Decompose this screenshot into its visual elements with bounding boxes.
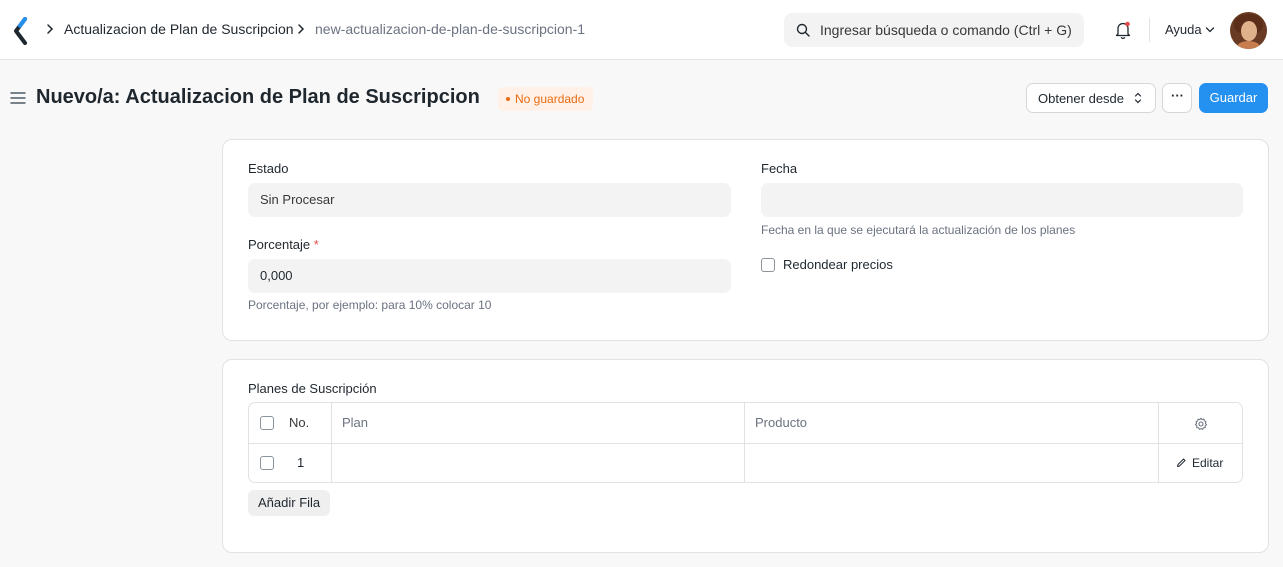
navbar-divider [1149,18,1150,42]
more-icon: ··· [1171,88,1184,103]
user-avatar[interactable] [1230,12,1267,49]
breadcrumb-doctype[interactable]: Actualizacion de Plan de Suscripcion [64,21,294,37]
select-all-checkbox[interactable] [260,416,274,430]
fecha-field[interactable] [761,183,1243,217]
search-icon [796,23,810,37]
col-header-producto: Producto [755,415,808,430]
fecha-label: Fecha [761,161,798,176]
sidebar-toggle-icon[interactable] [10,91,26,105]
notification-bell-icon[interactable] [1114,20,1132,40]
porcentaje-help: Porcentaje, por ejemplo: para 10% coloca… [248,298,492,312]
form-section-plans: Planes de Suscripción No. Plan Producto … [222,359,1269,553]
table-header-row: No. Plan Producto [249,403,1242,443]
redondear-label[interactable]: Redondear precios [783,257,893,272]
porcentaje-field[interactable]: 0,000 [248,259,731,293]
estado-label: Estado [248,161,289,176]
estado-field[interactable]: Sin Procesar [248,183,731,217]
navbar: Actualizacion de Plan de Suscripcion new… [0,0,1283,60]
app-logo-icon[interactable] [12,17,30,45]
row-no: 1 [297,455,305,470]
add-row-button[interactable]: Añadir Fila [248,490,331,516]
get-from-label: Obtener desde [1038,91,1125,106]
redondear-checkbox[interactable] [761,258,775,272]
chevron-right-icon [298,24,305,34]
porcentaje-value: 0,000 [260,268,293,283]
form-section-main: Estado Sin Procesar Porcentaje * 0,000 P… [222,139,1269,341]
chevron-down-icon[interactable] [1205,26,1215,34]
required-marker: * [313,237,319,252]
breadcrumb-docname[interactable]: new-actualizacion-de-plan-de-suscripcion… [315,21,585,37]
status-dot [506,96,510,101]
chevron-right-icon [47,24,54,34]
plans-table: No. Plan Producto 1 Editar [248,402,1243,483]
help-dropdown[interactable]: Ayuda [1165,22,1202,37]
status-badge-label: No guardado [515,92,585,106]
search-input[interactable]: Ingresar búsqueda o comando (Ctrl + G) [820,22,1072,38]
page-title: Nuevo/a: Actualizacion de Plan de Suscri… [36,86,480,108]
fecha-help: Fecha en la que se ejecutará la actualiz… [761,223,1076,237]
more-actions-button[interactable]: ··· [1162,83,1192,113]
row-edit-button[interactable]: Editar [1176,456,1223,470]
edit-label: Editar [1192,456,1224,470]
status-badge: No guardado [498,87,594,111]
col-header-plan: Plan [342,415,369,430]
search-bar[interactable]: Ingresar búsqueda o comando (Ctrl + G) [784,13,1084,47]
select-arrows-icon [1134,92,1142,104]
table-row[interactable]: 1 [249,444,1242,482]
porcentaje-label: Porcentaje * [248,237,319,252]
plans-table-label: Planes de Suscripción [248,381,377,396]
pencil-icon [1177,458,1186,467]
save-button[interactable]: Guardar [1199,83,1268,113]
estado-value: Sin Procesar [260,192,335,207]
gear-icon[interactable] [1194,417,1208,431]
col-header-no: No. [289,415,310,430]
row-checkbox[interactable] [260,456,274,470]
get-from-button[interactable]: Obtener desde [1026,83,1156,113]
